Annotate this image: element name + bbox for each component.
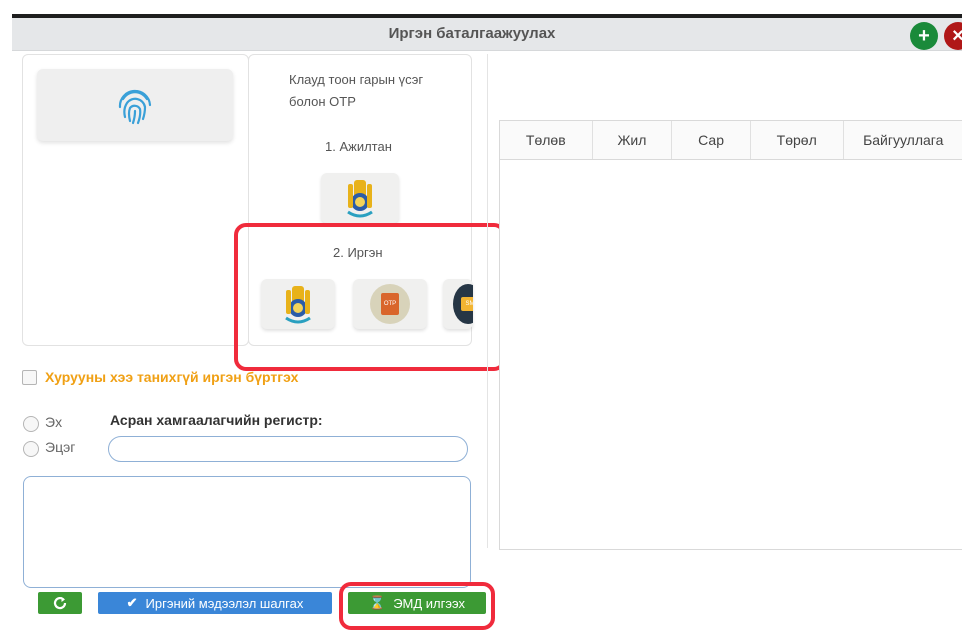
cloud-caption-line1: Клауд тоон гарын үсэг <box>289 69 423 91</box>
no-fingerprint-label: Хурууны хээ танихгүй иргэн бүртгэх <box>45 369 298 385</box>
guardian-register-input[interactable] <box>108 436 468 462</box>
window-top-edge <box>0 0 962 14</box>
fingerprint-panel <box>22 54 249 346</box>
no-fingerprint-checkbox[interactable] <box>22 370 37 385</box>
table-header: Төлөв Жил Сар Төрөл Байгууллага <box>500 121 962 160</box>
column-header-year[interactable]: Жил <box>593 121 673 159</box>
title-bar: Иргэн баталгаажуулах <box>12 18 962 51</box>
column-header-type[interactable]: Төрөл <box>751 121 844 159</box>
check-citizen-info-button[interactable]: ✔ Иргэний мэдээлэл шалгах <box>98 592 332 614</box>
radio-father-label: Эцэг <box>45 439 75 455</box>
cloud-caption-line2: болон OTP <box>289 91 423 113</box>
panel-divider <box>487 54 488 548</box>
radio-mother-label: Эх <box>45 414 62 430</box>
send-emd-button[interactable]: ⌛ ЭМД илгээх <box>348 592 486 614</box>
notes-textarea[interactable] <box>23 476 471 588</box>
refresh-button[interactable] <box>38 592 82 614</box>
employee-emblem-button[interactable] <box>321 173 399 223</box>
column-header-organization[interactable]: Байгууллага <box>844 121 962 159</box>
records-table: Төлөв Жил Сар Төрөл Байгууллага <box>499 120 962 550</box>
column-header-month[interactable]: Сар <box>672 121 751 159</box>
citizen-method-highlight <box>234 223 506 371</box>
check-citizen-info-label: Иргэний мэдээлэл шалгах <box>146 596 304 611</box>
fingerprint-icon <box>113 83 157 127</box>
hourglass-icon: ⌛ <box>369 595 385 611</box>
radio-father[interactable] <box>23 441 39 457</box>
send-emd-label: ЭМД илгээх <box>393 596 465 611</box>
radio-mother[interactable] <box>23 416 39 432</box>
guardian-register-label: Асран хамгаалагчийн регистр: <box>110 412 323 428</box>
step-employee-label: 1. Ажилтан <box>325 139 392 154</box>
add-button[interactable]: + <box>910 22 938 50</box>
no-fingerprint-option[interactable]: Хурууны хээ танихгүй иргэн бүртгэх <box>22 369 298 385</box>
window-title: Иргэн баталгаажуулах <box>12 18 932 50</box>
checkmark-icon: ✔ <box>127 595 138 611</box>
state-emblem-icon <box>340 176 380 220</box>
column-header-status[interactable]: Төлөв <box>500 121 593 159</box>
cloud-signature-caption: Клауд тоон гарын үсэг болон OTP <box>289 69 423 113</box>
fingerprint-button[interactable] <box>37 69 233 141</box>
refresh-icon <box>52 595 68 611</box>
